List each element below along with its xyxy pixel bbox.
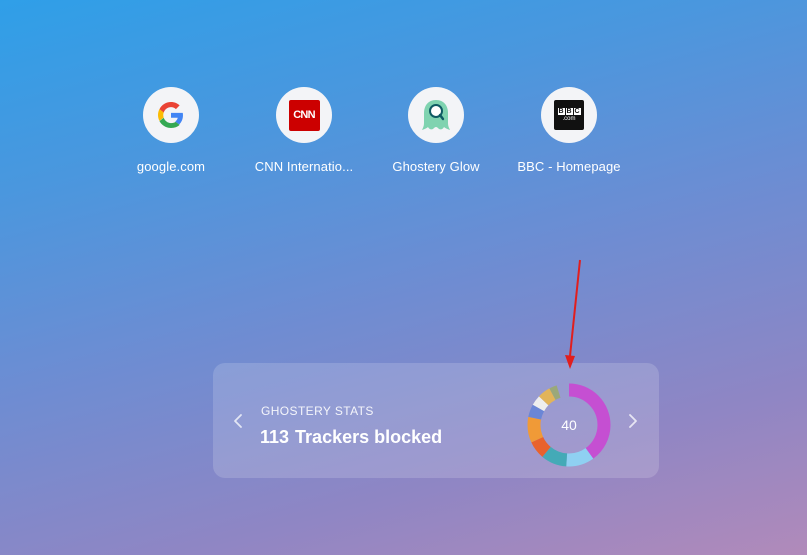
chevron-right-icon [629, 414, 637, 428]
shortcut-label: CNN Internatio... [254, 159, 354, 174]
annotation-arrow-line [569, 259, 581, 357]
google-icon [143, 87, 199, 143]
shortcut-label: Ghostery Glow [392, 159, 480, 174]
stats-heading: GHOSTERY STATS [261, 404, 374, 418]
previous-stats-button[interactable] [230, 411, 246, 431]
shortcut-bbc[interactable]: B B C .com BBC - Homepage [501, 87, 637, 187]
shortcut-google[interactable]: google.com [103, 87, 239, 187]
tracker-donut-chart[interactable]: 40 [526, 382, 612, 468]
trackers-blocked-count: 113 [260, 427, 290, 447]
shortcut-ghostery-glow[interactable]: Ghostery Glow [368, 87, 504, 187]
next-stats-button[interactable] [625, 411, 641, 431]
shortcut-label: BBC - Homepage [517, 159, 621, 174]
bbc-letter: B [565, 107, 573, 115]
trackers-blocked-summary: 113 Trackers blocked [260, 427, 442, 448]
shortcut-label: google.com [136, 159, 206, 174]
ghostery-stats-card: GHOSTERY STATS 113 Trackers blocked 40 [213, 363, 659, 478]
speed-dial: google.com CNN CNN Internatio... Ghoster… [0, 0, 807, 200]
bbc-com-text: .com [562, 115, 576, 122]
donut-center-value: 40 [561, 417, 577, 433]
bbc-icon: B B C .com [541, 87, 597, 143]
bbc-logo: B B C .com [554, 100, 584, 130]
shortcut-cnn[interactable]: CNN CNN Internatio... [236, 87, 372, 187]
cnn-icon: CNN [276, 87, 332, 143]
chevron-left-icon [234, 414, 242, 428]
cnn-logo: CNN [288, 99, 320, 131]
bbc-letter: C [573, 107, 581, 115]
trackers-blocked-label: Trackers blocked [295, 427, 443, 447]
ghostery-glow-icon [408, 87, 464, 143]
bbc-letter: B [557, 107, 565, 115]
